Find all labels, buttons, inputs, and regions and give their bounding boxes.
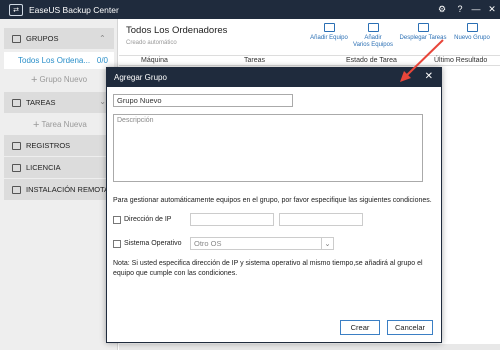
chevron-up-icon[interactable]: ⌄ <box>99 33 106 42</box>
chevron-down-icon[interactable]: ⌄ <box>99 97 106 106</box>
app-title: EaseUS Backup Center <box>29 4 119 15</box>
dialog-title: Agregar Grupo <box>114 73 167 82</box>
status-bar <box>119 344 500 350</box>
add-multiple-devices-button[interactable]: Añadir Varios Equipos <box>351 23 395 49</box>
license-icon <box>12 163 21 172</box>
column-header-tasks[interactable]: Tareas <box>244 57 265 64</box>
sidebar-section-records-label: REGISTROS <box>26 141 71 150</box>
add-multiple-label-line2: Varios Equipos <box>353 42 393 48</box>
sidebar-section-groups-label: GRUPOS <box>26 34 59 43</box>
tasks-icon <box>12 98 21 107</box>
minimize-icon[interactable]: — <box>470 2 482 16</box>
annotation-arrow-icon <box>400 39 444 82</box>
column-header-task-status[interactable]: Estado de Tarea <box>346 57 397 64</box>
sidebar-section-groups[interactable]: GRUPOS ⌄ <box>4 28 114 49</box>
sidebar-item-count: 0/0 <box>96 56 108 65</box>
column-header-machine[interactable]: Máquina <box>141 57 168 64</box>
app-titlebar: ⇄ EaseUS Backup Center ⚙ ? — ✕ <box>0 0 500 19</box>
sidebar-section-remote-install[interactable]: INSTALACIÓN REMOTA <box>4 179 114 200</box>
gear-icon[interactable]: ⚙ <box>436 2 448 16</box>
sidebar-section-remote-install-label: INSTALACIÓN REMOTA <box>26 185 110 194</box>
operating-system-label: Sistema Operativo <box>124 240 182 247</box>
new-group-toolbar-label: Nuevo Grupo <box>454 35 490 41</box>
ip-address-label: Dirección de IP <box>124 216 172 223</box>
cancel-button[interactable]: Cancelar <box>387 320 433 335</box>
new-group-sidebar-button[interactable]: + Grupo Nuevo <box>4 71 114 88</box>
ip-range-start-input[interactable] <box>190 213 274 226</box>
page-subtitle: Creado automático <box>126 40 177 46</box>
sidebar-section-records[interactable]: REGISTROS <box>4 135 114 156</box>
sidebar-section-license[interactable]: LICENCIA <box>4 157 114 178</box>
sidebar: GRUPOS ⌄ Todos Los Ordena... 0/0 + Grupo… <box>0 19 118 350</box>
records-icon <box>12 141 21 150</box>
group-name-input[interactable]: Grupo Nuevo <box>113 94 293 107</box>
deploy-icon <box>417 23 429 32</box>
add-device-button[interactable]: Añadir Equipo <box>307 23 351 42</box>
add-multiple-label-line1: Añadir <box>364 35 382 41</box>
sidebar-item-all-computers[interactable]: Todos Los Ordena... 0/0 <box>4 52 114 69</box>
help-icon[interactable]: ? <box>454 2 466 16</box>
chevron-down-icon[interactable]: ⌄ <box>321 238 333 249</box>
description-input[interactable]: Descripción <box>113 114 423 182</box>
sidebar-section-license-label: LICENCIA <box>26 163 61 172</box>
ip-range-end-input[interactable] <box>279 213 363 226</box>
create-button[interactable]: Crear <box>340 320 380 335</box>
computer-icon <box>323 23 335 32</box>
dialog-titlebar: Agregar Grupo ✕ <box>107 68 441 87</box>
sidebar-item-label: Todos Los Ordena... <box>18 56 91 65</box>
new-task-sidebar-button[interactable]: + Tarea Nueva <box>4 116 114 133</box>
close-icon[interactable]: ✕ <box>486 2 498 16</box>
sidebar-section-tasks[interactable]: TAREAS ⌄ <box>4 92 114 113</box>
computers-icon <box>367 23 379 32</box>
operating-system-select[interactable]: Otro OS ⌄ <box>190 237 334 250</box>
plus-icon: + <box>31 73 38 86</box>
add-device-label: Añadir Equipo <box>310 35 348 41</box>
new-group-icon <box>466 23 478 32</box>
page-title: Todos Los Ordenadores <box>126 25 228 36</box>
remote-install-icon <box>12 185 21 194</box>
new-group-button[interactable]: Nuevo Grupo <box>450 23 494 42</box>
groups-icon <box>12 34 21 43</box>
ip-address-checkbox[interactable] <box>113 216 121 224</box>
conditions-instructions: Para gestionar automáticamente equipos e… <box>113 197 432 204</box>
new-task-label: Tarea Nueva <box>41 120 87 129</box>
note-text: Nota: Si usted especifica dirección de I… <box>113 260 423 277</box>
os-select-value: Otro OS <box>194 239 222 248</box>
add-group-dialog: Agregar Grupo ✕ Grupo Nuevo Descripción … <box>106 67 442 343</box>
plus-icon: + <box>33 118 40 131</box>
app-logo-icon: ⇄ <box>9 3 23 16</box>
new-group-label: Grupo Nuevo <box>39 75 88 84</box>
sidebar-section-tasks-label: TAREAS <box>26 98 56 107</box>
operating-system-checkbox[interactable] <box>113 240 121 248</box>
